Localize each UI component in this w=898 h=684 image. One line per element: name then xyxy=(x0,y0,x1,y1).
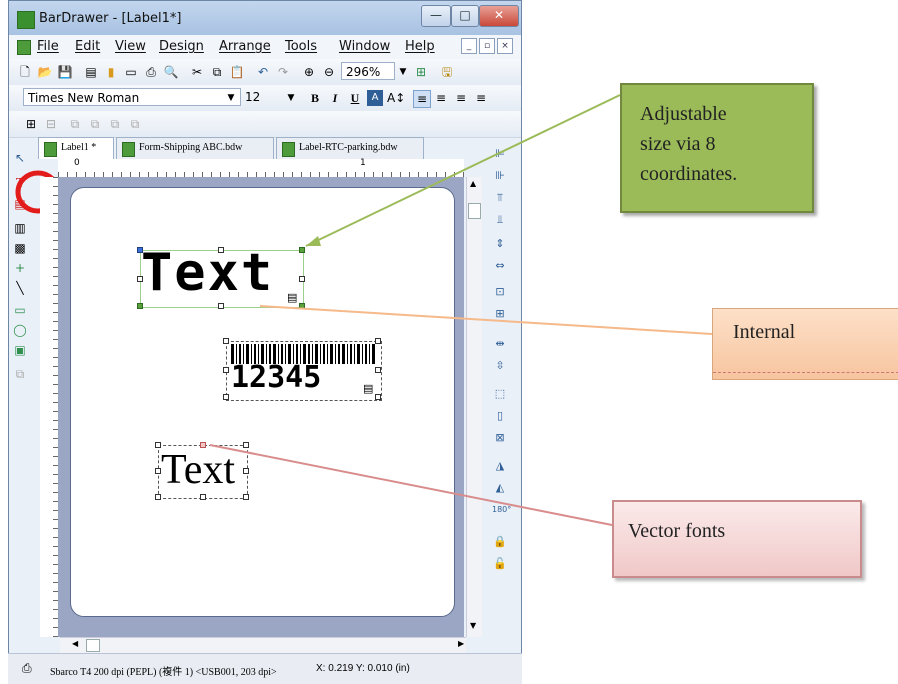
callout-internal-edge xyxy=(713,372,898,379)
callout-internal: Internal xyxy=(712,308,898,380)
callout-vector: Vector fonts xyxy=(612,500,862,578)
callout-internal-text: Internal xyxy=(733,321,796,343)
adjustable-arrow-line xyxy=(305,94,621,247)
adjustable-arrowhead xyxy=(306,236,321,246)
callout-adjustable: Adjustable size via 8 coordinates. xyxy=(620,83,814,213)
vector-pointer-line xyxy=(209,444,613,526)
callout-vector-text: Vector fonts xyxy=(628,520,726,542)
callout-adjustable-line2: size via 8 xyxy=(640,133,716,155)
internal-pointer-line xyxy=(259,305,713,335)
callout-adjustable-line1: Adjustable xyxy=(640,103,727,125)
callout-adjustable-line3: coordinates. xyxy=(640,163,738,185)
